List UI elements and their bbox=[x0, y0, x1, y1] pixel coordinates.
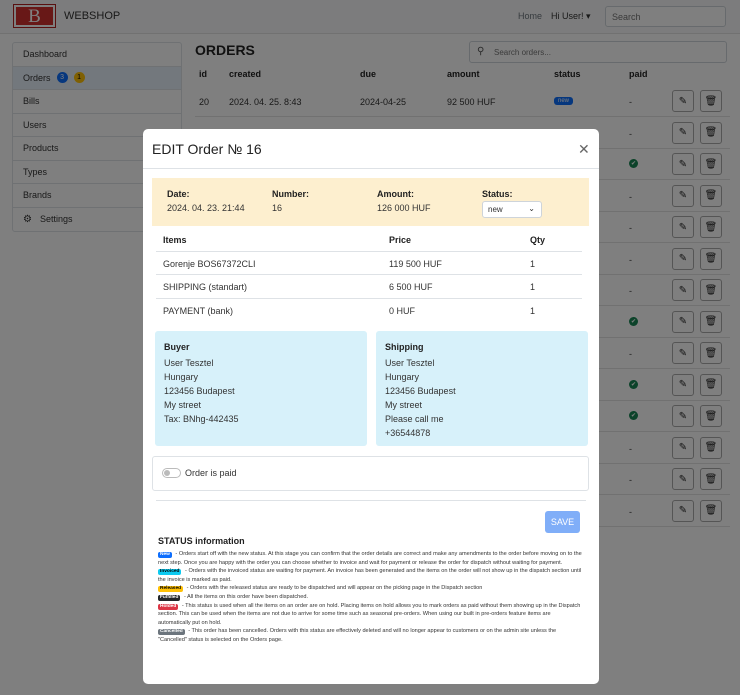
status-description: - Orders with the released status are re… bbox=[185, 585, 483, 592]
item-name: Gorenje BOS67372CLI bbox=[163, 258, 256, 269]
status-info-item: New - Orders start off with the new stat… bbox=[158, 550, 583, 567]
order-paid-toggle[interactable] bbox=[162, 468, 181, 478]
status-description: - This status is used when all the items… bbox=[158, 602, 581, 626]
status-badge: Fulfilled bbox=[158, 594, 181, 601]
shipping-title: Shipping bbox=[385, 342, 424, 352]
items-header-row: Items Price Qty bbox=[156, 228, 582, 252]
status-description: - Orders with the invoiced status are wa… bbox=[158, 568, 582, 583]
item-name: SHIPPING (standart) bbox=[163, 282, 248, 292]
status-info-item: Released - Orders with the released stat… bbox=[158, 584, 583, 593]
table-row: PAYMENT (bank) 0 HUF 1 bbox=[156, 299, 582, 323]
price-header: Price bbox=[389, 235, 412, 245]
shipping-line: 123456 Budapest bbox=[385, 386, 456, 396]
save-button[interactable]: SAVE bbox=[545, 511, 580, 533]
edit-order-modal: EDIT Order № 16 ✕ Date: 2024. 04. 23. 21… bbox=[143, 129, 599, 684]
status-badge: Cancelled bbox=[158, 629, 185, 636]
item-price: 119 500 HUF bbox=[389, 258, 442, 269]
shipping-card: Shipping User Tesztel Hungary 123456 Bud… bbox=[376, 331, 588, 446]
order-number: 16 bbox=[272, 203, 283, 213]
shipping-line: My street bbox=[385, 400, 423, 410]
buyer-card: Buyer User Tesztel Hungary 123456 Budape… bbox=[155, 331, 367, 446]
buyer-line: Hungary bbox=[164, 372, 199, 382]
date-label: Date: bbox=[167, 189, 190, 199]
status-description: - All the items on this order have been … bbox=[182, 593, 309, 600]
status-info-item: Fulfilled - All the items on this order … bbox=[158, 593, 583, 602]
status-description: - This order has been cancelled. Orders … bbox=[158, 628, 557, 643]
status-badge: Released bbox=[158, 586, 184, 593]
status-info-item: Cancelled - This order has been cancelle… bbox=[158, 627, 583, 644]
item-price: 6 500 HUF bbox=[389, 282, 433, 292]
status-selected-value: new bbox=[488, 205, 503, 214]
item-qty: 1 bbox=[530, 282, 536, 292]
status-badge: Holded bbox=[158, 603, 179, 610]
item-qty: 1 bbox=[530, 305, 536, 316]
status-badge: New bbox=[158, 552, 172, 558]
status-select[interactable]: new ⌄ bbox=[482, 201, 542, 218]
qty-header: Qty bbox=[530, 235, 546, 245]
shipping-line: +36544878 bbox=[385, 428, 431, 438]
order-items-table: Items Price Qty Gorenje BOS67372CLI 119 … bbox=[156, 228, 582, 322]
buyer-line: 123456 Budapest bbox=[164, 386, 235, 396]
table-row: Gorenje BOS67372CLI 119 500 HUF 1 bbox=[156, 252, 582, 275]
item-qty: 1 bbox=[530, 258, 536, 269]
status-info-list: New - Orders start off with the new stat… bbox=[158, 550, 583, 645]
toggle-knob bbox=[164, 470, 170, 476]
items-header: Items bbox=[163, 235, 187, 245]
status-label: Status: bbox=[482, 189, 513, 199]
order-paid-box: Order is paid bbox=[152, 456, 589, 491]
modal-title: EDIT Order № 16 bbox=[152, 141, 262, 157]
modal-header-divider bbox=[143, 168, 599, 169]
status-description: - Orders start off with the new status. … bbox=[158, 551, 582, 566]
shipping-line: User Tesztel bbox=[385, 358, 435, 368]
order-amount: 126 000 HUF bbox=[377, 203, 431, 213]
item-price: 0 HUF bbox=[389, 305, 416, 316]
buyer-line: My street bbox=[164, 400, 202, 410]
status-badge: Invoiced bbox=[158, 569, 182, 576]
buyer-line: User Tesztel bbox=[164, 358, 214, 368]
order-date: 2024. 04. 23. 21:44 bbox=[167, 203, 245, 213]
chevron-down-icon: ⌄ bbox=[528, 204, 535, 213]
order-summary-bar: Date: 2024. 04. 23. 21:44 Number: 16 Amo… bbox=[152, 178, 589, 226]
status-info-title: STATUS information bbox=[158, 536, 245, 546]
shipping-line: Hungary bbox=[385, 372, 420, 382]
table-row: SHIPPING (standart) 6 500 HUF 1 bbox=[156, 275, 582, 299]
number-label: Number: bbox=[272, 189, 310, 199]
item-name: PAYMENT (bank) bbox=[163, 305, 234, 316]
shipping-line: Please call me bbox=[385, 414, 444, 424]
divider bbox=[156, 500, 586, 501]
status-info-item: Holded - This status is used when all th… bbox=[158, 602, 583, 628]
status-info-item: Invoiced - Orders with the invoiced stat… bbox=[158, 567, 583, 584]
close-icon[interactable]: ✕ bbox=[578, 141, 590, 158]
buyer-title: Buyer bbox=[164, 342, 190, 352]
amount-label: Amount: bbox=[377, 189, 414, 199]
buyer-line: Tax: BNhg-442435 bbox=[164, 414, 239, 424]
order-paid-label[interactable]: Order is paid bbox=[185, 468, 237, 478]
